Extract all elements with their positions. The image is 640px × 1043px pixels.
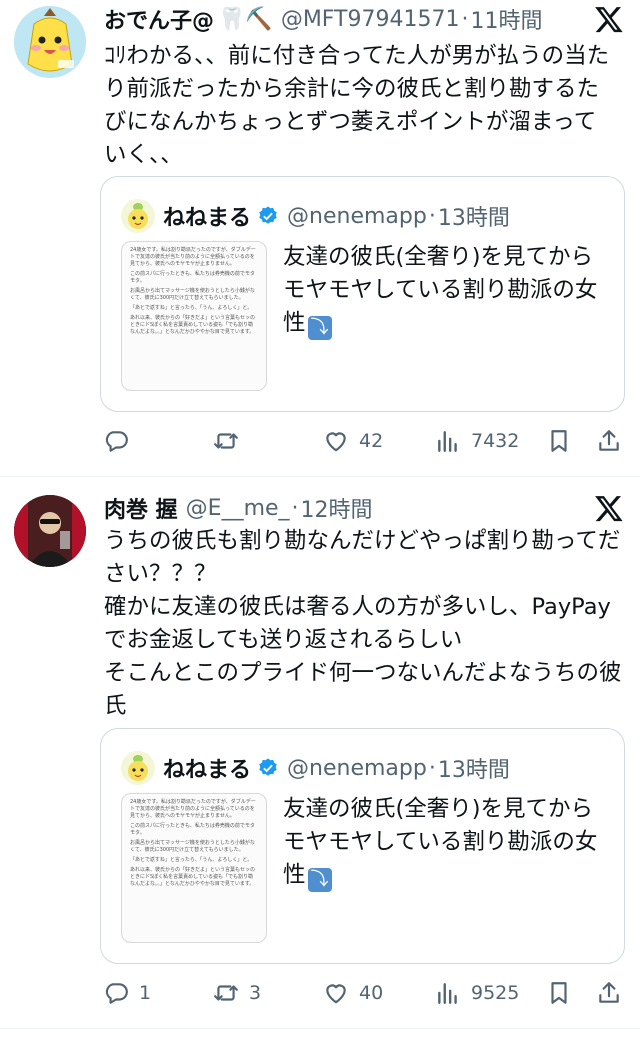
bookmark-icon bbox=[551, 430, 567, 452]
reply-icon bbox=[105, 431, 128, 452]
like-button[interactable]: 40 bbox=[323, 976, 383, 1010]
user-handle[interactable]: @MFT97941571 bbox=[281, 7, 460, 32]
thumb-line: あれ以来、彼氏からの「好きだよ」という言葉もセッのときにドSぽく私を言葉責めして… bbox=[130, 867, 256, 887]
quote-display-name[interactable]: ねねまる bbox=[163, 200, 251, 232]
quote-image-thumbnail[interactable]: 24歳女です。私は割り勘派だったのですが、ダブルデートで友達の彼氏が当たり前のよ… bbox=[121, 241, 267, 391]
tweet-text: うちの彼氏も割り勘なんだけどやっぱ割り勘ってださい？？？ 確かに友達の彼氏は奢る… bbox=[104, 528, 622, 719]
down-arrow-emoji-icon: ⤵ bbox=[307, 316, 332, 340]
quote-handle[interactable]: @nenemapp bbox=[287, 204, 427, 229]
quote-display-name[interactable]: ねねまる bbox=[163, 752, 251, 784]
timestamp[interactable]: 11時間 bbox=[470, 3, 542, 35]
separator-dot: · bbox=[291, 495, 299, 521]
x-logo-icon[interactable] bbox=[594, 493, 624, 523]
thumb-line: この前スパに行ったときも、私たちは券売機の前でモタモタ。 bbox=[130, 823, 255, 836]
tweet-header: 肉巻 握 @E__me_ · 12時間 bbox=[104, 491, 373, 525]
reply-icon bbox=[105, 983, 128, 1004]
thumb-line: お風呂から出てマッサージ機を使おうとしたら小銭がなくて、彼氏に300円だけ立て替… bbox=[130, 288, 255, 301]
bookmark-icon bbox=[551, 982, 567, 1004]
share-button[interactable] bbox=[596, 976, 622, 1010]
thumb-line: 24歳女です。私は割り勘派だったのですが、ダブルデートで友達の彼氏が当たり前のよ… bbox=[130, 799, 256, 819]
retweet-icon bbox=[214, 985, 238, 1001]
analytics-icon bbox=[438, 983, 457, 1004]
quoted-tweet[interactable]: ねねまる @nenemapp · 13時間 24歳女です。私は割り勘派だったので… bbox=[100, 176, 625, 412]
quote-avatar[interactable] bbox=[121, 751, 155, 785]
share-icon bbox=[599, 982, 619, 1003]
name-emoji: 🦷⛏️ bbox=[218, 6, 273, 32]
heart-icon bbox=[326, 432, 346, 452]
user-photo-icon bbox=[14, 495, 86, 567]
verified-badge-icon bbox=[259, 206, 277, 224]
tweet-1[interactable]: おでん子@ 🦷⛏️ @MFT97941571 · 11時間 ｺﾘわかる、、前に付… bbox=[0, 0, 640, 476]
thumb-line: お風呂から出てマッサージ機を使おうとしたら小銭がなくて、彼氏に300円だけ立て替… bbox=[130, 840, 255, 853]
quote-timestamp[interactable]: 13時間 bbox=[438, 200, 510, 232]
retweet-button[interactable] bbox=[213, 424, 249, 458]
oden-character-icon bbox=[14, 6, 86, 78]
action-bar: 42 7432 bbox=[0, 424, 640, 458]
reply-button[interactable] bbox=[103, 424, 139, 458]
tweet-2[interactable]: 肉巻 握 @E__me_ · 12時間 うちの彼氏も割り勘なんだけどやっぱ割り勘… bbox=[0, 477, 640, 1037]
retweet-icon bbox=[214, 433, 238, 449]
display-name[interactable]: おでん子@ bbox=[104, 3, 214, 35]
bookmark-button[interactable] bbox=[546, 424, 572, 458]
analytics-icon bbox=[438, 431, 457, 452]
timestamp[interactable]: 12時間 bbox=[301, 492, 373, 524]
character-avatar-icon bbox=[121, 199, 155, 233]
reply-button[interactable]: 1 bbox=[103, 976, 151, 1010]
views-button[interactable]: 7432 bbox=[435, 424, 519, 458]
user-handle[interactable]: @E__me_ bbox=[186, 496, 290, 521]
view-count: 7432 bbox=[471, 430, 520, 452]
quote-image-thumbnail[interactable]: 24歳女です。私は割り勘派だったのですが、ダブルデートで友達の彼氏が当たり前のよ… bbox=[121, 793, 267, 943]
like-button[interactable]: 42 bbox=[323, 424, 383, 458]
quote-separator: · bbox=[428, 203, 436, 229]
quoted-tweet[interactable]: ねねまる @nenemapp · 13時間 24歳女です。私は割り勘派だったので… bbox=[100, 728, 625, 964]
quote-separator: · bbox=[428, 755, 436, 781]
reply-count: 1 bbox=[139, 982, 152, 1004]
thumb-line: あれ以来、彼氏からの「好きだよ」という言葉もセッのときにドSぽく私を言葉責めして… bbox=[130, 315, 256, 335]
tweet-divider bbox=[0, 1028, 640, 1029]
like-count: 42 bbox=[359, 430, 384, 452]
quote-text: 友達の彼氏(全奢り)を見てからモヤモヤしている割り勘派の女性 ⤵ bbox=[283, 793, 613, 892]
thumb-line: 「あとで返すね」と言ったら、「うん、よろしく」と。 bbox=[130, 857, 253, 863]
tweet-text: ｺﾘわかる、、前に付き合ってた人が男が払うの当たり前派だったから余計に今の彼氏と… bbox=[104, 43, 610, 168]
quote-avatar[interactable] bbox=[121, 199, 155, 233]
down-arrow-emoji-icon: ⤵ bbox=[307, 868, 332, 892]
separator-dot: · bbox=[461, 6, 469, 32]
verified-badge-icon bbox=[259, 758, 277, 776]
share-button[interactable] bbox=[596, 424, 622, 458]
thumb-line: 「あとで返すね」と言ったら、「うん、よろしく」と。 bbox=[130, 305, 253, 311]
heart-icon bbox=[326, 984, 346, 1004]
x-logo-icon[interactable] bbox=[594, 4, 624, 34]
like-count: 40 bbox=[359, 982, 384, 1004]
share-icon bbox=[599, 430, 619, 451]
quote-handle[interactable]: @nenemapp bbox=[287, 756, 427, 781]
avatar[interactable] bbox=[14, 6, 86, 78]
thumb-line: 24歳女です。私は割り勘派だったのですが、ダブルデートで友達の彼氏が当たり前のよ… bbox=[130, 247, 256, 267]
views-button[interactable]: 9525 bbox=[435, 976, 519, 1010]
quote-header: ねねまる @nenemapp · 13時間 bbox=[121, 751, 510, 785]
action-bar: 1 3 40 9525 bbox=[0, 976, 640, 1010]
view-count: 9525 bbox=[471, 982, 520, 1004]
thumb-line: この前スパに行ったときも、私たちは券売機の前でモタモタ。 bbox=[130, 271, 255, 284]
avatar[interactable] bbox=[14, 495, 86, 567]
character-avatar-icon bbox=[121, 751, 155, 785]
bookmark-button[interactable] bbox=[546, 976, 572, 1010]
quote-header: ねねまる @nenemapp · 13時間 bbox=[121, 199, 510, 233]
display-name[interactable]: 肉巻 握 bbox=[104, 492, 178, 524]
retweet-button[interactable]: 3 bbox=[213, 976, 261, 1010]
tweet-header: おでん子@ 🦷⛏️ @MFT97941571 · 11時間 bbox=[104, 2, 542, 36]
retweet-count: 3 bbox=[249, 982, 262, 1004]
quote-timestamp[interactable]: 13時間 bbox=[438, 752, 510, 784]
quote-text: 友達の彼氏(全奢り)を見てからモヤモヤしている割り勘派の女性 ⤵ bbox=[283, 241, 613, 340]
